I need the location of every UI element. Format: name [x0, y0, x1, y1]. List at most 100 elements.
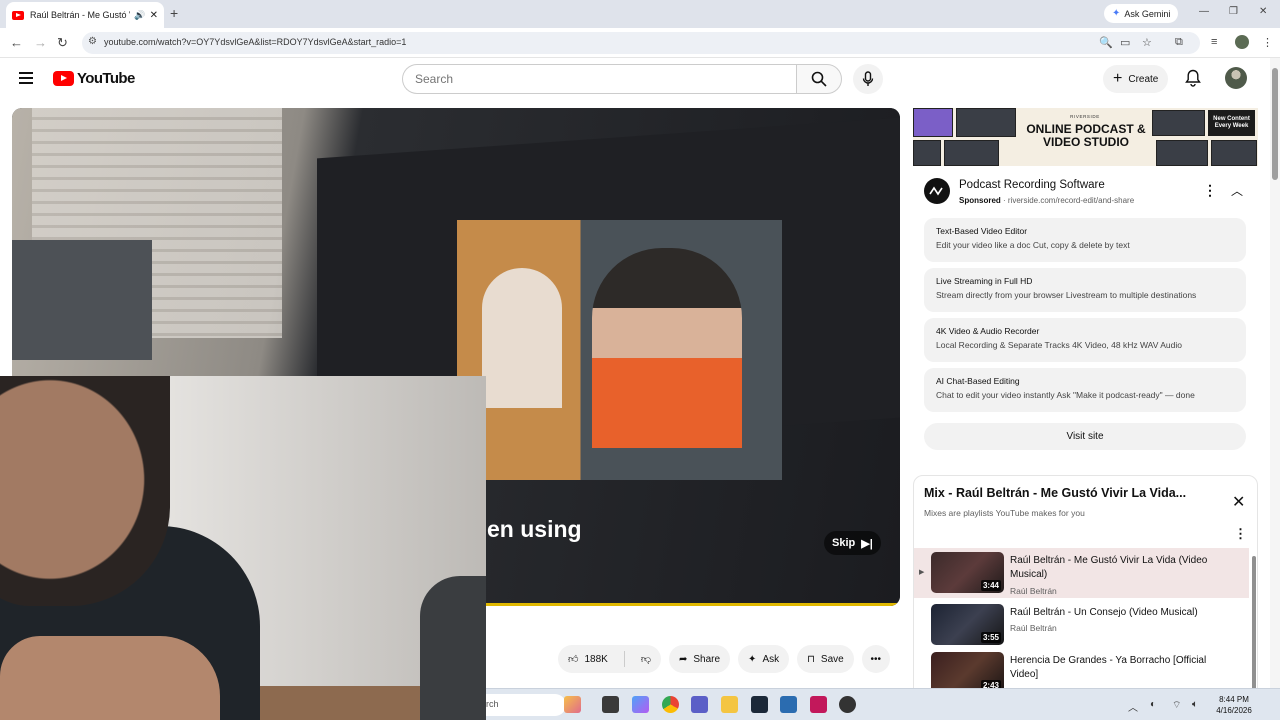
- reading-list-icon[interactable]: ≡: [1211, 36, 1217, 48]
- split-view-icon[interactable]: ⧉: [1175, 36, 1183, 49]
- hamburger-menu-icon[interactable]: [19, 72, 33, 84]
- share-label: Share: [693, 653, 721, 665]
- duration-badge: 3:55: [980, 632, 1001, 643]
- playlist-item-title[interactable]: Raúl Beltrán - Un Consejo (Video Musical…: [1010, 606, 1220, 620]
- taskbar-clock[interactable]: 8:44 PM 4/16/2026: [1204, 694, 1264, 716]
- youtube-logo[interactable]: YouTube: [53, 70, 135, 87]
- more-horizontal-icon: •••: [870, 653, 881, 665]
- microphone-icon: [862, 71, 874, 86]
- obs-icon[interactable]: [839, 696, 856, 713]
- ad-menu-icon[interactable]: ⋮: [1203, 182, 1217, 199]
- visit-site-button[interactable]: Visit site: [924, 423, 1246, 450]
- mix-title[interactable]: Mix - Raúl Beltrán - Me Gustó Vivir La V…: [924, 486, 1186, 500]
- store-icon[interactable]: [780, 696, 797, 713]
- skip-ad-button[interactable]: Skip ▶|: [824, 531, 881, 555]
- ad-thumb: [1156, 140, 1208, 166]
- steam-icon[interactable]: [751, 696, 768, 713]
- page-scrollbar-thumb[interactable]: [1272, 68, 1278, 180]
- video-laptop: [12, 240, 152, 360]
- file-explorer-icon[interactable]: [721, 696, 738, 713]
- ad-feature[interactable]: 4K Video & Audio Recorder Local Recordin…: [924, 318, 1246, 362]
- audio-playing-icon[interactable]: 🔊: [134, 10, 145, 21]
- copilot-icon[interactable]: [632, 696, 649, 713]
- back-arrow-icon[interactable]: ←: [10, 35, 23, 50]
- user-avatar[interactable]: [1225, 67, 1247, 89]
- search-field[interactable]: [402, 64, 796, 94]
- zoom-icon[interactable]: 🔍: [1099, 36, 1113, 49]
- ad-feature[interactable]: AI Chat-Based Editing Chat to edit your …: [924, 368, 1246, 412]
- plus-icon: +: [1113, 70, 1123, 87]
- tab-title: Raúl Beltrán - Me Gustó Vi: [30, 10, 131, 20]
- ad-feature-desc: Local Recording & Separate Tracks 4K Vid…: [936, 340, 1183, 350]
- task-view-icon[interactable]: [602, 696, 619, 713]
- mix-scrollbar-thumb[interactable]: [1252, 556, 1256, 706]
- ad-title[interactable]: Podcast Recording Software: [959, 179, 1105, 191]
- new-tab-button[interactable]: +: [170, 5, 178, 21]
- playlist-item-title[interactable]: Herencia De Grandes - Ya Borracho [Offic…: [1010, 654, 1220, 682]
- tray-app-icon[interactable]: ◐: [1150, 699, 1156, 710]
- ad-banner-image[interactable]: RIVERSIDE ONLINE PODCAST & VIDEO STUDIO …: [913, 108, 1258, 166]
- playlist-item-channel[interactable]: Raúl Beltrán: [1010, 586, 1057, 596]
- playlist-item[interactable]: 3:55 Raúl Beltrán - Un Consejo (Video Mu…: [914, 600, 1249, 650]
- ad-feature[interactable]: Live Streaming in Full HD Stream directl…: [924, 268, 1246, 312]
- app-icon[interactable]: [810, 696, 827, 713]
- sparkle-icon: ✦: [748, 653, 757, 665]
- webcam-person-arm: [0, 636, 220, 720]
- close-tab-icon[interactable]: ✕: [150, 10, 158, 21]
- playlist-thumbnail[interactable]: 3:44: [931, 552, 1004, 593]
- playlist-thumbnail[interactable]: 2:43: [931, 652, 1004, 693]
- ad-feature-desc: Stream directly from your browser Livest…: [936, 290, 1197, 300]
- playlist-item[interactable]: ▶ 3:44 Raúl Beltrán - Me Gustó Vivir La …: [914, 548, 1249, 598]
- playlist-item-channel[interactable]: Raúl Beltrán: [1010, 623, 1057, 633]
- search-button[interactable]: [796, 64, 842, 94]
- ad-feature-title: Live Streaming in Full HD: [936, 276, 1033, 286]
- ask-gemini-button[interactable]: ✦ Ask Gemini: [1104, 4, 1179, 23]
- site-info-icon[interactable]: ⚙: [88, 36, 97, 47]
- playlist-item-title[interactable]: Raúl Beltrán - Me Gustó Vivir La Vida (V…: [1010, 554, 1220, 582]
- dislike-button[interactable]: 👎︎: [631, 645, 661, 673]
- tray-overflow-icon[interactable]: ︿: [1128, 699, 1138, 714]
- ad-thumb: [1211, 140, 1257, 166]
- voice-search-button[interactable]: [853, 64, 883, 94]
- reload-icon[interactable]: ↻: [57, 35, 68, 51]
- share-button[interactable]: ➦ Share: [668, 645, 731, 673]
- volume-icon[interactable]: 🔈︎: [1192, 699, 1198, 710]
- taskbar-search[interactable]: rch: [486, 694, 566, 716]
- bookmark-icon: ⊓: [807, 653, 815, 665]
- page-scrollbar[interactable]: [1270, 58, 1280, 688]
- windows-taskbar: rch ︿ ◐ ⌔ 🔈︎ 8:44 PM 4/16/2026: [486, 688, 1280, 720]
- ad-thumb: [913, 108, 953, 137]
- video-person-right: [592, 248, 742, 448]
- like-count: 188K: [584, 653, 608, 665]
- cast-icon[interactable]: ▭: [1120, 36, 1130, 49]
- save-button[interactable]: ⊓ Save: [797, 645, 854, 673]
- close-icon[interactable]: ✕: [1232, 492, 1245, 512]
- chrome-icon[interactable]: [662, 696, 679, 713]
- ad-feature[interactable]: Text-Based Video Editor Edit your video …: [924, 218, 1246, 262]
- close-window-icon[interactable]: ✕: [1259, 6, 1267, 17]
- wifi-icon[interactable]: ⌔: [1172, 699, 1181, 712]
- riverside-logo-icon[interactable]: [924, 178, 950, 204]
- chevron-up-icon[interactable]: ︿: [1231, 182, 1243, 199]
- address-bar[interactable]: ⚙ youtube.com/watch?v=OY7YdsvlGeA&list=R…: [82, 32, 1200, 54]
- browser-tab[interactable]: Raúl Beltrán - Me Gustó Vi 🔊 ✕: [6, 2, 164, 28]
- more-actions-button[interactable]: •••: [861, 645, 890, 673]
- sponsored-label: Sponsored: [959, 196, 1001, 205]
- browser-profile-avatar[interactable]: [1235, 35, 1249, 49]
- like-button[interactable]: 👍︎ 188K: [558, 645, 618, 673]
- playlist-thumbnail[interactable]: 3:55: [931, 604, 1004, 645]
- forward-arrow-icon[interactable]: →: [34, 35, 47, 50]
- mix-menu-icon[interactable]: ⋮: [1234, 526, 1247, 542]
- browser-menu-icon[interactable]: ⋮: [1262, 36, 1273, 49]
- notifications-bell-icon[interactable]: [1185, 69, 1201, 87]
- search-input[interactable]: [403, 65, 796, 93]
- minimize-icon[interactable]: —: [1199, 6, 1209, 17]
- create-button[interactable]: + Create: [1103, 65, 1169, 93]
- bookmark-star-icon[interactable]: ☆: [1142, 36, 1152, 49]
- ask-button[interactable]: ✦ Ask: [738, 645, 790, 673]
- ad-thumb: [1152, 110, 1205, 136]
- restore-icon[interactable]: ❐: [1229, 6, 1238, 17]
- widgets-icon[interactable]: [564, 696, 581, 713]
- teams-icon[interactable]: [691, 696, 708, 713]
- search-icon: [811, 71, 827, 87]
